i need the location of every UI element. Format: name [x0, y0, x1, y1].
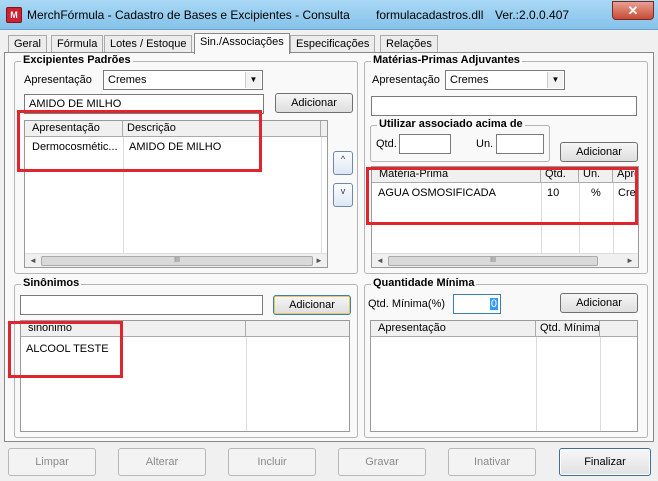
- incluir-button[interactable]: Incluir: [228, 448, 316, 476]
- cell-qtd: 10: [547, 187, 560, 199]
- table-row[interactable]: Dermocosmétic... AMIDO DE MILHO: [25, 139, 321, 155]
- excipientes-apresentacao-select[interactable]: Cremes ▼: [103, 70, 263, 90]
- col-apresentacao[interactable]: Apre: [613, 167, 638, 183]
- materias-grid-header: Matéria-Prima Qtd. Un. Apre: [372, 167, 638, 183]
- sinonimo-input[interactable]: [20, 295, 263, 315]
- gravar-button[interactable]: Gravar: [338, 448, 426, 476]
- materias-apresentacao-label: Apresentação: [372, 74, 440, 86]
- scroll-left-icon[interactable]: ◄: [27, 255, 39, 267]
- cell-apresentacao: Dermocosmétic...: [32, 141, 118, 153]
- col-apresentacao[interactable]: Apresentação: [28, 121, 123, 137]
- materias-add-label: Adicionar: [576, 146, 622, 158]
- scroll-right-icon[interactable]: ►: [624, 255, 636, 267]
- quantidade-title: Quantidade Mínima: [371, 277, 477, 289]
- window-file: formulacadastros.dll: [376, 8, 484, 22]
- materias-apresentacao-select[interactable]: Cremes ▼: [445, 70, 565, 90]
- finalizar-button[interactable]: Finalizar: [559, 448, 651, 476]
- inativar-button[interactable]: Inativar: [448, 448, 536, 476]
- window-version: Ver.:2.0.0.407: [495, 8, 570, 22]
- grid-divider: [536, 337, 537, 431]
- horizontal-scrollbar[interactable]: ◄ III ►: [372, 253, 638, 267]
- app-icon: M: [6, 7, 22, 23]
- scroll-thumb[interactable]: III: [41, 256, 313, 266]
- materias-un-input[interactable]: [496, 134, 544, 154]
- cell-descricao: AMIDO DE MILHO: [129, 141, 222, 153]
- qtd-minima-input[interactable]: 0: [453, 294, 501, 314]
- quantidade-add-button[interactable]: Adicionar: [560, 293, 638, 313]
- materias-qtd-input[interactable]: [399, 134, 451, 154]
- excipientes-add-button[interactable]: Adicionar: [275, 93, 353, 113]
- window-title: MerchFórmula - Cadastro de Bases e Excip…: [27, 8, 350, 22]
- sinonimos-add-button[interactable]: Adicionar: [273, 295, 351, 315]
- utilizar-title: Utilizar associado acima de: [377, 118, 525, 130]
- materias-grid[interactable]: Matéria-Prima Qtd. Un. Apre AGUA OSMOSIF…: [371, 166, 639, 268]
- sinonimos-add-label: Adicionar: [289, 299, 335, 311]
- excipientes-apresentacao-label: Apresentação: [24, 74, 92, 86]
- materias-add-button[interactable]: Adicionar: [560, 142, 638, 162]
- tab-sin-associacoes[interactable]: Sin./Associações: [194, 33, 290, 54]
- materias-item-input[interactable]: [371, 96, 637, 116]
- qtd-minima-value: 0: [489, 298, 498, 310]
- limpar-button[interactable]: Limpar: [8, 448, 96, 476]
- col-un[interactable]: Un.: [579, 167, 613, 183]
- excipientes-apresentacao-value: Cremes: [108, 74, 147, 86]
- materias-un-label: Un.: [476, 138, 494, 150]
- chevron-down-icon[interactable]: ▼: [547, 72, 563, 88]
- excipientes-item-input-value: AMIDO DE MILHO: [29, 98, 122, 110]
- tab-strip: Geral Fórmula Lotes / Estoque Sin./Assoc…: [4, 33, 654, 54]
- excipientes-grid-header: Apresentação Descrição: [25, 121, 327, 137]
- tab-especificacoes[interactable]: Especificações: [290, 35, 376, 53]
- cell-materia-prima: AGUA OSMOSIFICADA: [378, 187, 496, 199]
- col-apresentacao[interactable]: Apresentação: [374, 321, 536, 337]
- horizontal-scrollbar[interactable]: ◄ III ►: [25, 253, 327, 267]
- chevron-down-icon: v: [340, 186, 346, 196]
- tab-relacoes[interactable]: Relações: [380, 35, 438, 53]
- excipientes-grid[interactable]: Apresentação Descrição Dermocosmétic... …: [24, 120, 328, 268]
- chevron-down-icon[interactable]: ▼: [245, 72, 261, 88]
- table-row[interactable]: AGUA OSMOSIFICADA 10 % Crem: [372, 185, 638, 201]
- tab-geral[interactable]: Geral: [8, 35, 47, 53]
- scroll-left-icon[interactable]: ◄: [374, 255, 386, 267]
- sinonimos-title: Sinônimos: [21, 277, 82, 289]
- materias-apresentacao-value: Cremes: [450, 74, 489, 86]
- grid-divider: [600, 337, 601, 431]
- col-sinonimo[interactable]: sinonimo: [24, 321, 246, 337]
- col-qtd[interactable]: Qtd.: [541, 167, 579, 183]
- quantidade-grid-header: Apresentação Qtd. Mínima: [371, 321, 637, 337]
- tab-formula[interactable]: Fórmula: [51, 35, 104, 53]
- quantidade-grid[interactable]: Apresentação Qtd. Mínima: [370, 320, 638, 432]
- close-icon[interactable]: ✕: [612, 1, 654, 20]
- scroll-thumb[interactable]: III: [388, 256, 598, 266]
- excipientes-item-input[interactable]: AMIDO DE MILHO: [24, 94, 264, 114]
- col-qtd-minima[interactable]: Qtd. Mínima: [536, 321, 600, 337]
- qtd-minima-label: Qtd. Mínima(%): [368, 298, 446, 310]
- materias-title: Matérias-Primas Adjuvantes: [371, 54, 522, 66]
- cell-apresentacao: Crem: [618, 187, 638, 199]
- col-descricao[interactable]: Descrição: [123, 121, 321, 137]
- grid-divider: [246, 337, 247, 431]
- move-down-button[interactable]: v: [333, 183, 353, 207]
- scroll-right-icon[interactable]: ►: [313, 255, 325, 267]
- excipientes-title: Excipientes Padrões: [21, 54, 133, 66]
- list-item[interactable]: ALCOOL TESTE: [21, 341, 246, 357]
- cell-sinonimo: ALCOOL TESTE: [26, 343, 109, 355]
- sinonimos-grid[interactable]: sinonimo ALCOOL TESTE: [20, 320, 350, 432]
- sinonimos-grid-header: sinonimo: [21, 321, 349, 337]
- tab-lotes-estoque[interactable]: Lotes / Estoque: [104, 35, 193, 53]
- alterar-button[interactable]: Alterar: [118, 448, 206, 476]
- cell-un: %: [591, 187, 601, 199]
- materias-qtd-label: Qtd.: [376, 138, 397, 150]
- move-up-button[interactable]: ^: [333, 151, 353, 175]
- excipientes-add-label: Adicionar: [291, 97, 337, 109]
- grid-divider: [321, 137, 322, 253]
- quantidade-add-label: Adicionar: [576, 297, 622, 309]
- col-materia-prima[interactable]: Matéria-Prima: [375, 167, 541, 183]
- chevron-up-icon: ^: [340, 154, 346, 164]
